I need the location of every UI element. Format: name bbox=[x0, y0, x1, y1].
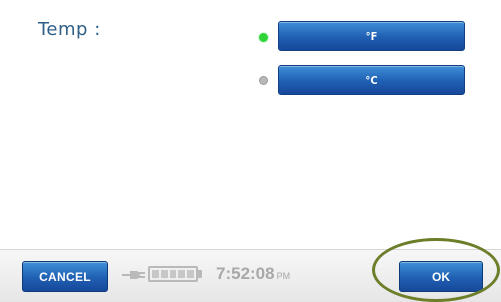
battery-cell bbox=[160, 270, 168, 278]
battery-cell bbox=[187, 270, 194, 278]
battery-cell bbox=[178, 270, 186, 278]
ok-button[interactable]: OK bbox=[399, 261, 483, 292]
clock-time: 7:52:08 bbox=[216, 264, 275, 283]
battery-cell bbox=[152, 270, 159, 278]
fahrenheit-button[interactable]: °F bbox=[278, 21, 465, 51]
plug-icon bbox=[122, 271, 145, 279]
battery-cap bbox=[198, 270, 202, 278]
temperature-settings-screen: Temp : °F °C CANCEL 7:52:08 PM OK bbox=[0, 0, 501, 302]
battery-icon bbox=[148, 266, 198, 282]
celsius-button[interactable]: °C bbox=[278, 65, 465, 95]
cancel-button[interactable]: CANCEL bbox=[22, 261, 108, 292]
temp-label: Temp : bbox=[38, 19, 101, 40]
celsius-unselected-indicator bbox=[259, 76, 268, 85]
clock: 7:52:08 PM bbox=[216, 264, 290, 284]
battery-cell bbox=[169, 270, 177, 278]
fahrenheit-selected-indicator bbox=[259, 33, 268, 42]
clock-ampm: PM bbox=[276, 271, 291, 281]
